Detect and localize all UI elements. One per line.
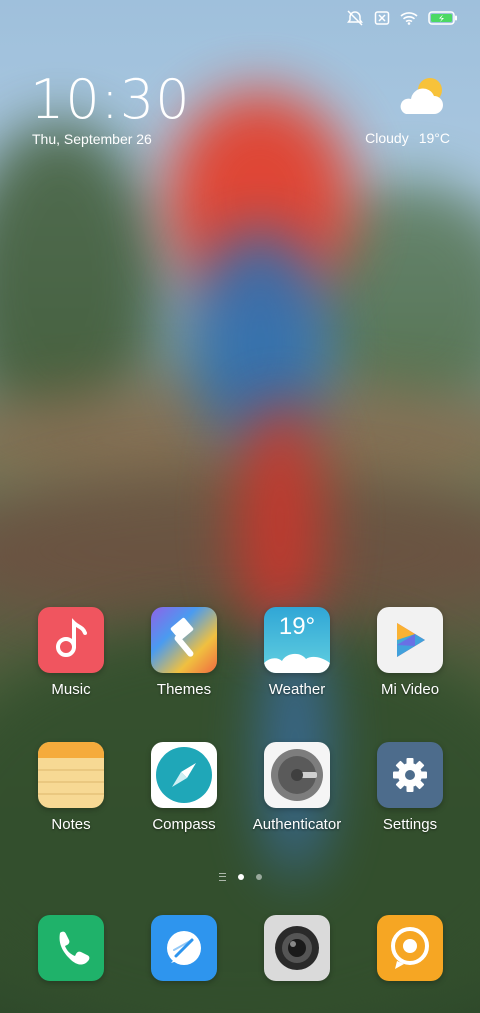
music-icon[interactable] — [38, 607, 104, 673]
sim-off-icon — [374, 10, 390, 26]
app-settings[interactable]: Settings — [360, 742, 460, 833]
page-indicator[interactable] — [0, 873, 480, 881]
notes-icon[interactable] — [38, 742, 104, 808]
app-label: Themes — [156, 681, 212, 698]
clock-date: Thu, September 26 — [32, 131, 152, 147]
app-label: Compass — [152, 816, 216, 833]
app-authenticator[interactable]: Authenticator — [247, 742, 347, 833]
clock-time[interactable]: 10:30 — [30, 68, 191, 131]
app-label: Weather — [268, 681, 326, 698]
phone-icon[interactable] — [38, 915, 104, 981]
app-label: Settings — [382, 816, 438, 833]
weather-icon[interactable]: 19° — [264, 607, 330, 673]
status-bar — [346, 10, 458, 26]
app-compass[interactable]: Compass — [134, 742, 234, 833]
app-music[interactable]: Music — [21, 607, 121, 698]
weather-condition: Cloudy — [365, 130, 409, 146]
app-label: Authenticator — [252, 816, 342, 833]
alarm-off-icon — [346, 10, 364, 26]
app-label: Mi Video — [380, 681, 440, 698]
app-weather[interactable]: 19° Weather — [247, 607, 347, 698]
weather-app-temp: 19° — [278, 613, 316, 640]
page-dot[interactable] — [255, 874, 262, 880]
feed-page-icon[interactable] — [218, 873, 226, 881]
weather-temperature: 19°C — [418, 130, 450, 146]
weather-widget[interactable]: Cloudy 19°C — [330, 74, 450, 154]
themes-icon[interactable] — [151, 607, 217, 673]
mi-video-icon[interactable] — [377, 607, 443, 673]
app-themes[interactable]: Themes — [134, 607, 234, 698]
page-dot-active[interactable] — [237, 874, 244, 880]
cloudy-sun-icon — [394, 74, 450, 123]
camera-icon[interactable] — [264, 915, 330, 981]
app-mi-video[interactable]: Mi Video — [360, 607, 460, 698]
compass-icon[interactable] — [151, 742, 217, 808]
chat-icon[interactable] — [377, 915, 443, 981]
app-label: Notes — [51, 816, 91, 833]
settings-icon[interactable] — [377, 742, 443, 808]
wifi-icon — [400, 11, 418, 25]
app-notes[interactable]: Notes — [21, 742, 121, 833]
app-label: Music — [51, 681, 91, 698]
authenticator-icon[interactable] — [264, 742, 330, 808]
messages-icon[interactable] — [151, 915, 217, 981]
battery-charging-icon — [428, 11, 458, 25]
